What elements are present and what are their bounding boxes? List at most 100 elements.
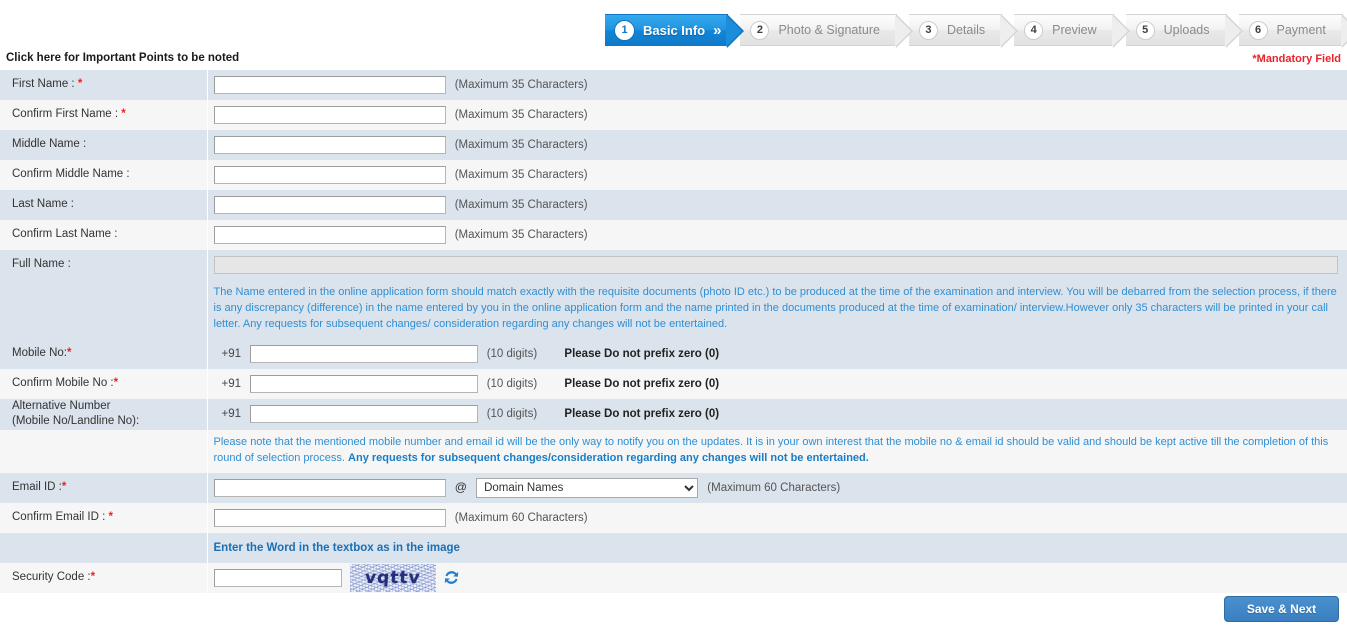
- required-marker: *: [66, 347, 72, 360]
- hint-alternative-number: (10 digits): [486, 408, 538, 421]
- label-alternative-number-line1: Alternative Number: [12, 399, 111, 412]
- field-full-name: [207, 250, 1347, 280]
- confirm-middle-name-input[interactable]: [213, 166, 446, 184]
- label-mobile: Mobile No:*: [0, 338, 208, 369]
- confirm-mobile-input[interactable]: [249, 374, 478, 393]
- table-row-full-name: Full Name :: [0, 250, 1347, 280]
- required-marker: *: [90, 570, 96, 583]
- label-name-note-spacer: [0, 280, 208, 339]
- confirm-email-input[interactable]: [213, 508, 446, 527]
- step-number-5: 5: [1135, 20, 1155, 40]
- double-chevron-right-icon: »: [713, 21, 721, 39]
- field-confirm-last-name: (Maximum 35 Characters): [207, 220, 1347, 250]
- step-number-4: 4: [1024, 20, 1044, 40]
- confirm-first-name-input[interactable]: [213, 106, 446, 124]
- at-symbol: @: [454, 479, 467, 494]
- step-label-payment: Payment: [1276, 23, 1326, 37]
- name-match-note: The Name entered in the online applicati…: [207, 280, 1347, 339]
- label-email-text: Email ID :: [12, 480, 62, 493]
- label-confirm-last-name: Confirm Last Name :: [0, 220, 208, 250]
- label-full-name: Full Name :: [0, 250, 208, 280]
- required-marker: *: [61, 480, 67, 493]
- wizard-step-payment[interactable]: 6 Payment: [1238, 14, 1347, 48]
- step-label-details: Details: [946, 23, 986, 37]
- wizard-step-photo-signature[interactable]: 2 Photo & Signature: [740, 14, 914, 48]
- mobile-input[interactable]: [249, 344, 478, 363]
- email-input[interactable]: [213, 478, 446, 497]
- first-name-input[interactable]: [213, 76, 446, 94]
- label-middle-name: Middle Name :: [0, 130, 208, 160]
- hint-confirm-last-name: (Maximum 35 Characters): [454, 229, 588, 242]
- wizard-step-preview[interactable]: 4 Preview: [1014, 14, 1131, 48]
- table-row-confirm-last-name: Confirm Last Name : (Maximum 35 Characte…: [0, 220, 1347, 250]
- hint-confirm-mobile: (10 digits): [486, 377, 538, 390]
- wizard-step-bar: 1 Basic Info » 2 Photo & Signature 3 Det…: [605, 14, 1347, 48]
- wizard-step-details[interactable]: 3 Details: [908, 14, 1019, 48]
- required-marker: *: [108, 510, 113, 523]
- field-confirm-mobile: +91 (10 digits) Please Do not prefix zer…: [207, 368, 1347, 399]
- wizard-step-basic-info[interactable]: 1 Basic Info »: [605, 14, 746, 48]
- table-row-security-code: Security Code :* vqttv: [0, 562, 1347, 593]
- wizard-step-uploads[interactable]: 5 Uploads: [1125, 14, 1243, 48]
- country-code-confirm-mobile: +91: [221, 377, 242, 390]
- table-row-email: Email ID :* @ Domain Names (Maximum 60 C…: [0, 472, 1347, 503]
- full-name-input: [213, 256, 1338, 274]
- label-confirm-mobile-text: Confirm Mobile No :: [12, 377, 114, 390]
- confirm-last-name-input[interactable]: [213, 226, 446, 244]
- label-confirm-first-name: Confirm First Name : *: [0, 100, 208, 130]
- captcha-image-text: vqttv: [364, 567, 421, 588]
- step-label-photo-signature: Photo & Signature: [778, 23, 880, 37]
- label-confirm-email: Confirm Email ID : *: [0, 502, 208, 533]
- label-security-code: Security Code :*: [0, 562, 208, 593]
- hint-middle-name: (Maximum 35 Characters): [454, 139, 588, 152]
- step-label-basic-info: Basic Info: [643, 22, 706, 38]
- save-and-next-button[interactable]: Save & Next: [1224, 596, 1339, 622]
- hint-first-name: (Maximum 35 Characters): [454, 79, 588, 92]
- label-first-name: First Name : *: [0, 70, 208, 100]
- table-row-confirm-middle-name: Confirm Middle Name : (Maximum 35 Charac…: [0, 160, 1347, 190]
- required-marker: *: [77, 78, 83, 91]
- label-confirm-middle-name: Confirm Middle Name :: [0, 160, 208, 190]
- table-row-confirm-mobile: Confirm Mobile No :* +91 (10 digits) Ple…: [0, 368, 1347, 399]
- label-captcha-instruction-spacer: [0, 532, 208, 563]
- field-first-name: (Maximum 35 Characters): [207, 70, 1347, 100]
- table-row-confirm-email: Confirm Email ID : * (Maximum 60 Charact…: [0, 502, 1347, 533]
- warning-mobile-prefix: Please Do not prefix zero (0): [564, 347, 720, 360]
- label-confirm-email-text: Confirm Email ID :: [12, 510, 109, 523]
- table-row-middle-name: Middle Name : (Maximum 35 Characters): [0, 130, 1347, 160]
- refresh-captcha-icon[interactable]: [443, 569, 460, 586]
- table-row-contact-note: Please note that the mentioned mobile nu…: [0, 429, 1347, 473]
- step-number-6: 6: [1248, 20, 1268, 40]
- required-marker: *: [121, 108, 126, 121]
- hint-confirm-email: (Maximum 60 Characters): [454, 511, 588, 524]
- label-contact-note-spacer: [0, 429, 208, 473]
- table-row-name-note: The Name entered in the online applicati…: [0, 280, 1347, 339]
- required-marker: *: [113, 377, 119, 390]
- step-label-uploads: Uploads: [1163, 23, 1210, 37]
- hint-confirm-middle-name: (Maximum 35 Characters): [454, 169, 588, 182]
- field-middle-name: (Maximum 35 Characters): [207, 130, 1347, 160]
- field-mobile: +91 (10 digits) Please Do not prefix zer…: [207, 338, 1347, 369]
- alternative-number-input[interactable]: [249, 405, 478, 424]
- label-alternative-number: Alternative Number (Mobile No/Landline N…: [0, 398, 208, 430]
- field-alternative-number: +91 (10 digits) Please Do not prefix zer…: [207, 398, 1347, 430]
- step-label-preview: Preview: [1052, 23, 1097, 37]
- label-mobile-text: Mobile No:: [12, 347, 67, 360]
- table-row-captcha-instruction: Enter the Word in the textbox as in the …: [0, 532, 1347, 563]
- security-code-input[interactable]: [213, 568, 342, 587]
- captcha-group: vqttv: [213, 563, 460, 592]
- hint-confirm-first-name: (Maximum 35 Characters): [454, 109, 588, 122]
- email-domain-select[interactable]: Domain Names: [476, 477, 699, 498]
- last-name-input[interactable]: [213, 196, 446, 214]
- table-row-first-name: First Name : * (Maximum 35 Characters): [0, 70, 1347, 100]
- warning-alternative-prefix: Please Do not prefix zero (0): [564, 408, 720, 421]
- middle-name-input[interactable]: [213, 136, 446, 154]
- field-confirm-email: (Maximum 60 Characters): [207, 502, 1347, 533]
- label-last-name: Last Name :: [0, 190, 208, 220]
- important-points-link[interactable]: Click here for Important Points to be no…: [6, 52, 239, 64]
- hint-mobile: (10 digits): [486, 347, 538, 360]
- warning-confirm-mobile-prefix: Please Do not prefix zero (0): [564, 377, 720, 390]
- country-code-alternative: +91: [221, 408, 242, 421]
- captcha-image: vqttv: [349, 563, 436, 592]
- field-last-name: (Maximum 35 Characters): [207, 190, 1347, 220]
